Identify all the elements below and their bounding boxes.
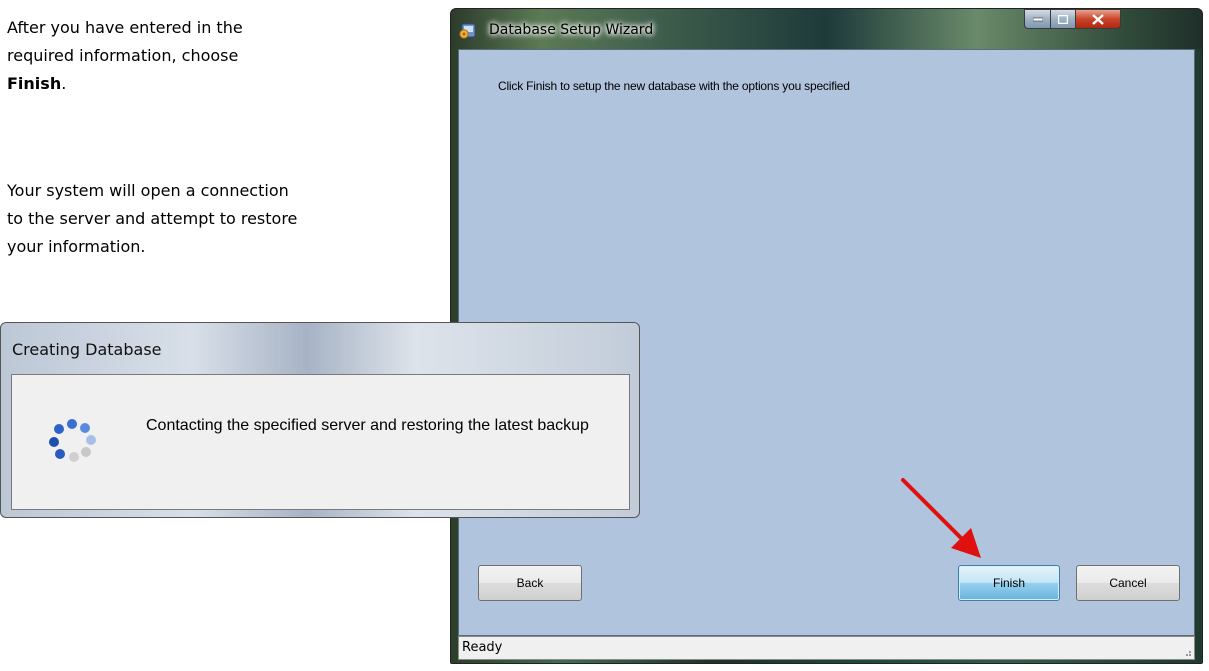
creating-database-dialog: Creating Database Contacting the specifi…	[0, 322, 640, 518]
wizard-title: Database Setup Wizard	[489, 22, 654, 38]
minimize-button[interactable]	[1024, 9, 1051, 29]
red-arrow-icon	[901, 478, 981, 558]
wizard-title-bar[interactable]: Database Setup Wizard	[451, 9, 1202, 49]
wizard-message: Click Finish to setup the new database w…	[498, 79, 850, 93]
wizard-gear-icon	[459, 23, 476, 39]
finish-emphasis: Finish	[7, 74, 62, 93]
instruction-period: .	[61, 74, 67, 93]
instruction-paragraph-restore: Your system will open a connection to th…	[7, 181, 298, 256]
creating-dialog-title: Creating Database	[12, 340, 162, 359]
finish-button[interactable]: Finish	[958, 565, 1060, 601]
maximize-icon	[1058, 14, 1068, 24]
resize-grip-icon[interactable]	[1182, 647, 1192, 657]
creating-dialog-message: Contacting the specified server and rest…	[146, 417, 589, 434]
creating-dialog-body: Contacting the specified server and rest…	[11, 374, 630, 510]
cancel-button[interactable]: Cancel	[1076, 565, 1180, 601]
instruction-paragraph-finish: After you have entered in the required i…	[7, 14, 257, 98]
close-icon	[1092, 13, 1104, 25]
busy-spinner-icon	[49, 419, 96, 462]
minimize-icon	[1032, 17, 1043, 22]
back-button[interactable]: Back	[478, 565, 582, 601]
maximize-button[interactable]	[1050, 9, 1076, 29]
instruction-text: After you have entered in the required i…	[7, 18, 243, 65]
status-bar: Ready	[458, 636, 1195, 660]
close-button[interactable]	[1075, 9, 1121, 29]
status-text: Ready	[462, 640, 503, 655]
